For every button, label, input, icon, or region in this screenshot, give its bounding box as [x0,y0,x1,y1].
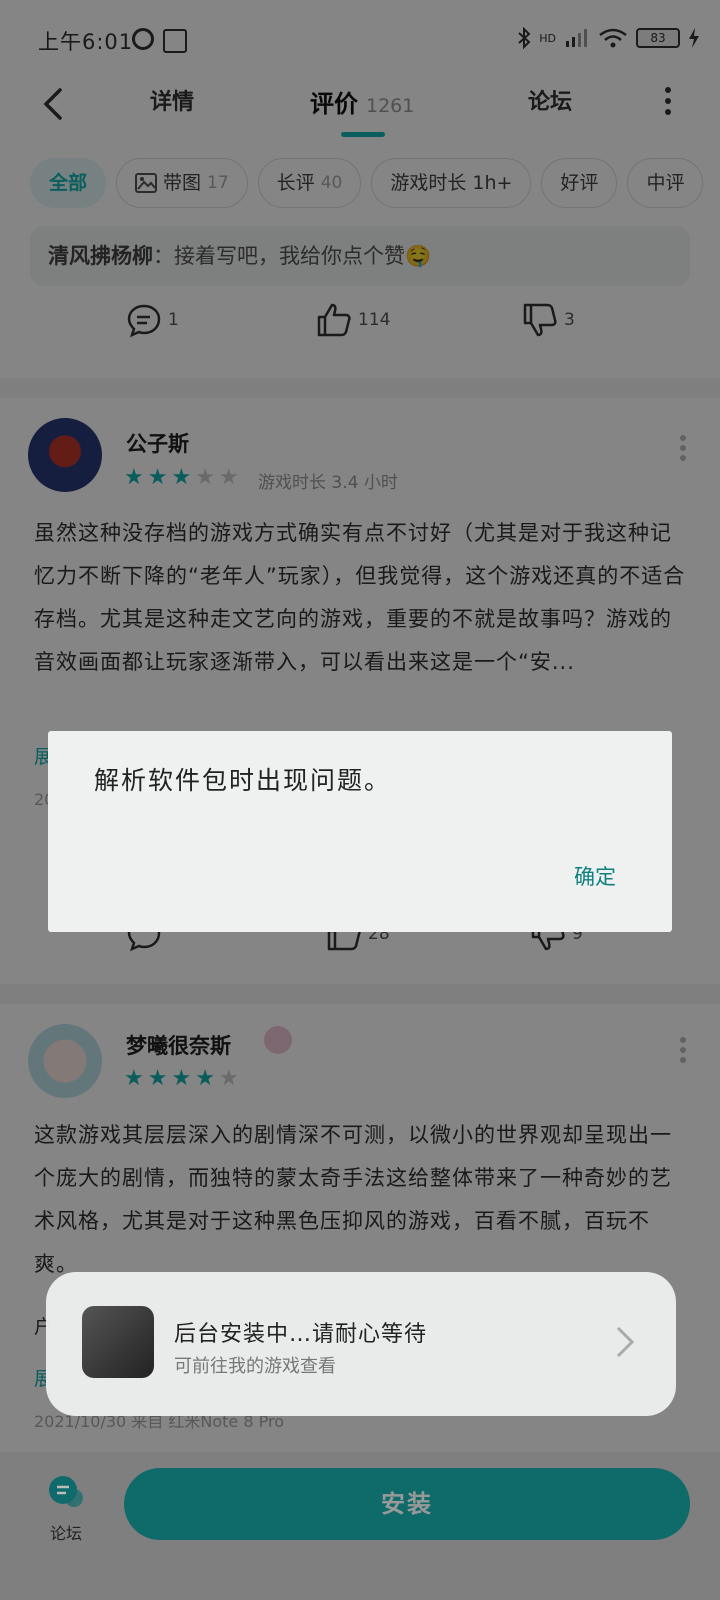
forum-icon[interactable] [46,1474,84,1510]
toast-title: 后台安装中…请耐心等待 [174,1322,428,1347]
install-progress-toast[interactable]: 后台安装中…请耐心等待 可前往我的游戏查看 [46,1272,676,1416]
forum-label: 论坛 [50,1524,83,1543]
toast-subtitle: 可前往我的游戏查看 [174,1356,336,1377]
ok-button[interactable]: 确定 [574,861,616,891]
install-button[interactable]: 安装 [124,1468,690,1540]
dialog-message: 解析软件包时出现问题。 [94,766,392,795]
game-thumbnail [82,1306,154,1378]
error-dialog: 解析软件包时出现问题。 确定 [48,731,672,932]
bottom-bar: 论坛 安装 [0,1452,720,1600]
chevron-right-icon [616,1326,635,1358]
